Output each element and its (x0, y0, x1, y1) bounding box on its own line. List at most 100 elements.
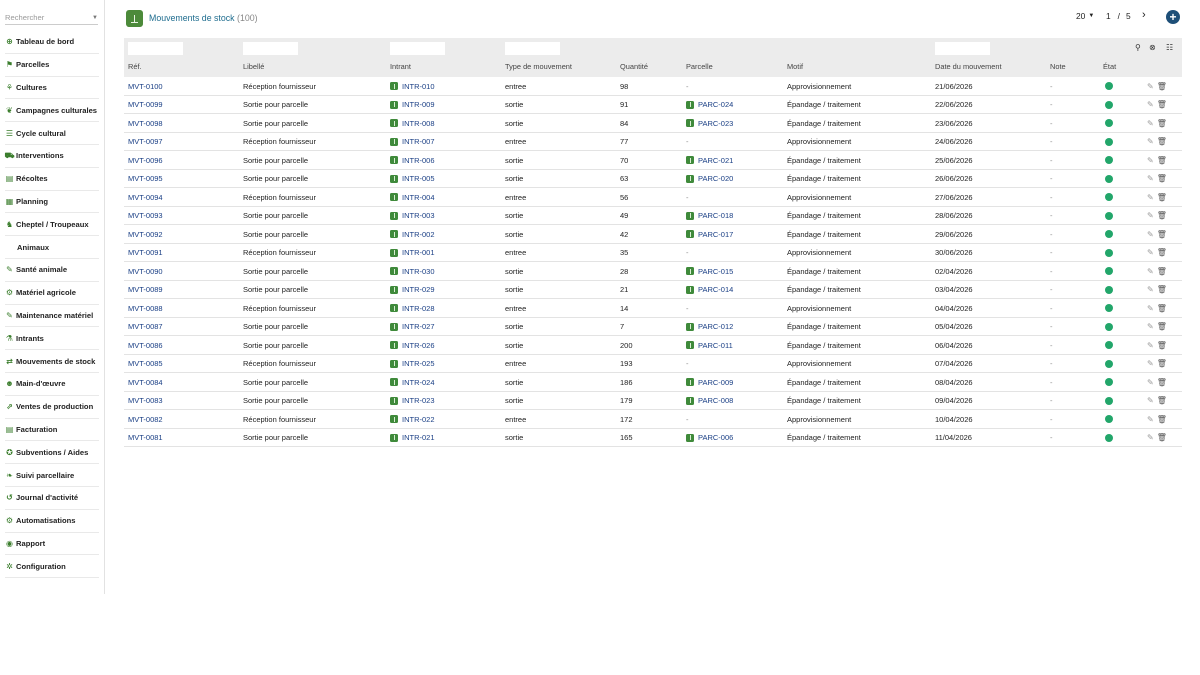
ref-link[interactable]: MVT-0094 (128, 193, 163, 202)
column-header-motif[interactable]: Motif (787, 62, 803, 71)
parcelle-link[interactable]: PARC-024 (698, 100, 733, 109)
parcelle-link[interactable]: PARC-017 (698, 230, 733, 239)
sidebar-item-intrants[interactable]: ⚗ Intrants (5, 327, 99, 351)
table-row[interactable]: MVT-0085 Réception fournisseur INTR-025 ent… (124, 355, 1182, 373)
intrant-link[interactable]: INTR-005 (402, 174, 435, 183)
edit-icon[interactable]: ✎ (1147, 211, 1154, 220)
parcelle-link[interactable]: PARC-014 (698, 285, 733, 294)
edit-icon[interactable]: ✎ (1147, 433, 1154, 442)
delete-icon[interactable]: 🗑 (1157, 230, 1167, 239)
table-row[interactable]: MVT-0083 Sortie pour parcelle INTR-023 sort… (124, 392, 1182, 410)
table-row[interactable]: MVT-0091 Réception fournisseur INTR-001 ent… (124, 244, 1182, 262)
column-header-note[interactable]: Note (1050, 62, 1066, 71)
edit-icon[interactable]: ✎ (1147, 119, 1154, 128)
filter-type-input[interactable] (505, 42, 560, 55)
edit-icon[interactable]: ✎ (1147, 174, 1154, 183)
ref-link[interactable]: MVT-0092 (128, 230, 163, 239)
table-row[interactable]: MVT-0094 Réception fournisseur INTR-004 ent… (124, 188, 1182, 207)
intrant-link[interactable]: INTR-024 (402, 378, 435, 387)
sidebar-item-cycle-cultural[interactable]: ☰ Cycle cultural (5, 122, 99, 145)
filter-intrant-input[interactable] (390, 42, 445, 55)
edit-icon[interactable]: ✎ (1147, 267, 1154, 276)
edit-icon[interactable]: ✎ (1147, 285, 1154, 294)
intrant-link[interactable]: INTR-008 (402, 119, 435, 128)
ref-link[interactable]: MVT-0090 (128, 267, 163, 276)
table-row[interactable]: MVT-0088 Réception fournisseur INTR-028 ent… (124, 299, 1182, 318)
column-header-date[interactable]: Date du mouvement (935, 62, 1002, 71)
per-page-value[interactable]: 20 (1076, 11, 1085, 21)
sidebar-item-animaux[interactable]: Animaux (5, 236, 99, 259)
table-row[interactable]: MVT-0090 Sortie pour parcelle INTR-030 sort… (124, 262, 1182, 281)
sidebar-item-cheptel-troupeaux[interactable]: ♞ Cheptel / Troupeaux (5, 213, 99, 237)
ref-link[interactable]: MVT-0098 (128, 119, 163, 128)
column-header-etat[interactable]: État (1103, 62, 1116, 71)
ref-link[interactable]: MVT-0091 (128, 248, 163, 257)
ref-link[interactable]: MVT-0084 (128, 378, 163, 387)
intrant-link[interactable]: INTR-025 (402, 359, 435, 368)
table-row[interactable]: MVT-0084 Sortie pour parcelle INTR-024 sort… (124, 373, 1182, 392)
column-header-type[interactable]: Type de mouvement (505, 62, 572, 71)
edit-icon[interactable]: ✎ (1147, 100, 1154, 109)
delete-icon[interactable]: 🗑 (1157, 156, 1167, 165)
add-button[interactable]: + (1166, 10, 1180, 24)
delete-icon[interactable]: 🗑 (1157, 248, 1167, 257)
sidebar-item-rapport[interactable]: ◉ Rapport (5, 533, 99, 556)
column-header-parcelle[interactable]: Parcelle (686, 62, 713, 71)
chevron-down-icon[interactable]: ▼ (92, 15, 98, 21)
table-row[interactable]: MVT-0097 Réception fournisseur INTR-007 ent… (124, 133, 1182, 151)
sidebar-item-materiel-agricole[interactable]: ⚙ Matériel agricole (5, 282, 99, 305)
delete-icon[interactable]: 🗑 (1157, 415, 1167, 424)
table-row[interactable]: MVT-0099 Sortie pour parcelle INTR-009 sort… (124, 96, 1182, 114)
delete-icon[interactable]: 🗑 (1157, 285, 1167, 294)
sidebar-item-maintenance-materiel[interactable]: ✎ Maintenance matériel (5, 305, 99, 328)
filter-date-input[interactable] (935, 42, 990, 55)
edit-icon[interactable]: ✎ (1147, 322, 1154, 331)
intrant-link[interactable]: INTR-009 (402, 100, 435, 109)
filter-ref-input[interactable] (128, 42, 183, 55)
chevron-down-icon[interactable]: ▼ (1088, 13, 1094, 19)
parcelle-link[interactable]: PARC-021 (698, 156, 733, 165)
sidebar-item-subventions-aides[interactable]: ✪ Subventions / Aides (5, 441, 99, 465)
search-input[interactable]: Rechercher (5, 13, 92, 22)
intrant-link[interactable]: INTR-026 (402, 341, 435, 350)
intrant-link[interactable]: INTR-023 (402, 396, 435, 405)
intrant-link[interactable]: INTR-021 (402, 433, 435, 442)
sidebar-item-sante-animale[interactable]: ✎ Santé animale (5, 259, 99, 282)
delete-icon[interactable]: 🗑 (1157, 396, 1167, 405)
delete-icon[interactable]: 🗑 (1157, 82, 1167, 91)
intrant-link[interactable]: INTR-028 (402, 304, 435, 313)
sidebar-item-planning[interactable]: ▦ Planning (5, 191, 99, 214)
delete-icon[interactable]: 🗑 (1157, 193, 1167, 202)
ref-link[interactable]: MVT-0081 (128, 433, 163, 442)
current-page[interactable]: 1 (1106, 11, 1111, 21)
columns-icon[interactable]: ☷ (1166, 43, 1173, 52)
parcelle-link[interactable]: PARC-009 (698, 378, 733, 387)
delete-icon[interactable]: 🗑 (1157, 359, 1167, 368)
sidebar-item-interventions[interactable]: ⛟ Interventions (4, 145, 99, 168)
intrant-link[interactable]: INTR-004 (402, 193, 435, 202)
sidebar-item-parcelles[interactable]: ⚑ Parcelles (5, 54, 99, 77)
search-box[interactable]: Rechercher ▼ (5, 11, 98, 25)
parcelle-link[interactable]: PARC-020 (698, 174, 733, 183)
delete-icon[interactable]: 🗑 (1157, 137, 1167, 146)
search-icon[interactable]: ⚲ (1135, 43, 1141, 52)
ref-link[interactable]: MVT-0089 (128, 285, 163, 294)
table-row[interactable]: MVT-0098 Sortie pour parcelle INTR-008 sort… (124, 114, 1182, 133)
sidebar-item-automatisations[interactable]: ⚙ Automatisations (5, 510, 99, 533)
column-header-quantite[interactable]: Quantité (620, 62, 648, 71)
sidebar-item-suivi-parcellaire[interactable]: ❧ Suivi parcellaire (5, 464, 99, 487)
sidebar-item-journal-d-activite[interactable]: ↺ Journal d'activité (5, 487, 99, 510)
table-row[interactable]: MVT-0089 Sortie pour parcelle INTR-029 sort… (124, 281, 1182, 299)
ref-link[interactable]: MVT-0085 (128, 359, 163, 368)
intrant-link[interactable]: INTR-003 (402, 211, 435, 220)
delete-icon[interactable]: 🗑 (1157, 267, 1167, 276)
table-row[interactable]: MVT-0081 Sortie pour parcelle INTR-021 sort… (124, 429, 1182, 447)
next-page-button[interactable]: › (1142, 9, 1146, 21)
ref-link[interactable]: MVT-0099 (128, 100, 163, 109)
column-header-intrant[interactable]: Intrant (390, 62, 411, 71)
sidebar-item-recoltes[interactable]: ▤ Récoltes (5, 168, 99, 191)
sidebar-item-facturation[interactable]: ▤ Facturation (5, 419, 99, 442)
intrant-link[interactable]: INTR-027 (402, 322, 435, 331)
ref-link[interactable]: MVT-0095 (128, 174, 163, 183)
ref-link[interactable]: MVT-0093 (128, 211, 163, 220)
